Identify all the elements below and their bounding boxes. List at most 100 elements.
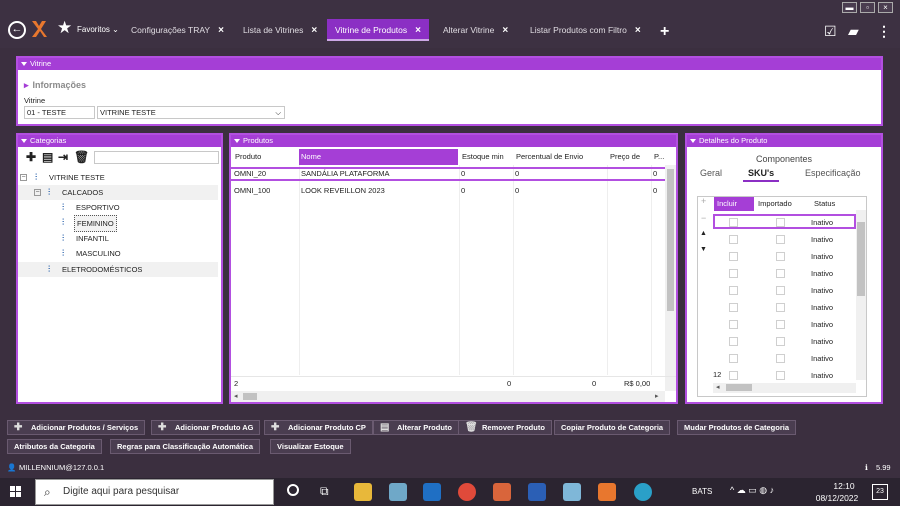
tree-item-vitrine-teste[interactable]: − ⫶ VITRINE TESTE (18, 170, 218, 185)
tree-item-feminino[interactable]: ⫶ FEMININO (18, 215, 218, 232)
incluir-checkbox[interactable] (729, 354, 738, 363)
edit-category-icon[interactable]: ▤ (42, 151, 53, 163)
close-tab-icon[interactable]: × (502, 25, 508, 36)
cortana-icon[interactable] (287, 484, 299, 496)
back-arrow-icon[interactable]: ← (8, 21, 26, 39)
incluir-checkbox[interactable] (729, 235, 738, 244)
chrome-icon[interactable] (458, 483, 476, 501)
app-icon[interactable] (389, 483, 407, 501)
adicionar-produto-ag-button[interactable]: ✚ Adicionar Produto AG (151, 420, 261, 435)
vitrine-select[interactable]: VITRINE TESTE ⌵ (97, 106, 285, 119)
mudar-produtos-button[interactable]: Mudar Produtos de Categoria (677, 420, 797, 435)
tree-item-eletrodomesticos[interactable]: ⫶ ELETRODOMÉSTICOS (18, 262, 218, 277)
col-incluir[interactable]: Incluir (714, 197, 754, 211)
word-icon[interactable] (528, 483, 546, 501)
sku-horizontal-scrollbar[interactable]: ◂ (713, 383, 856, 393)
scroll-left-icon[interactable]: ◂ (716, 384, 720, 392)
tree-item-calcados[interactable]: − ⫶ CALCADOS (18, 185, 218, 200)
incluir-checkbox[interactable] (729, 218, 738, 227)
outlook-icon[interactable] (423, 483, 441, 501)
add-sku-icon[interactable]: + (701, 196, 706, 206)
incluir-checkbox[interactable] (729, 252, 738, 261)
tab-especificacao[interactable]: Especificação (805, 168, 861, 178)
table-row[interactable]: Inativo (714, 352, 855, 366)
col-produto[interactable]: Produto (233, 149, 299, 165)
regras-classificacao-button[interactable]: Regras para Classificação Automática (110, 439, 261, 454)
close-window-button[interactable]: × (878, 2, 893, 13)
edge-icon[interactable] (634, 483, 652, 501)
sku-vertical-scrollbar[interactable] (856, 210, 866, 380)
add-category-icon[interactable]: ✚ (26, 151, 36, 163)
visualizar-estoque-button[interactable]: Visualizar Estoque (270, 439, 351, 454)
table-row[interactable]: Inativo (714, 318, 855, 332)
minimize-button[interactable]: ▬ (842, 2, 857, 13)
tab-configuracoes-tray[interactable]: Configurações TRAY × (131, 19, 224, 41)
new-tab-button[interactable]: + (660, 24, 669, 40)
move-down-icon[interactable]: ▼ (700, 246, 707, 253)
incluir-checkbox[interactable] (729, 269, 738, 278)
scroll-right-icon[interactable]: ▸ (655, 393, 659, 401)
favorites-menu[interactable]: Favoritos ⌄ (77, 25, 119, 34)
atributos-categoria-button[interactable]: Atributos da Categoria (7, 439, 102, 454)
collapse-icon[interactable]: − (20, 174, 27, 181)
table-row[interactable]: Inativo (714, 233, 855, 247)
tree-item-esportivo[interactable]: ⫶ ESPORTIVO (18, 200, 218, 215)
scroll-left-icon[interactable]: ◂ (234, 393, 238, 401)
col-nome[interactable]: Nome (299, 149, 458, 165)
incluir-checkbox[interactable] (729, 337, 738, 346)
close-tab-icon[interactable]: × (311, 25, 317, 36)
tree-item-infantil[interactable]: ⫶ INFANTIL (18, 231, 218, 246)
category-search-input[interactable] (94, 151, 219, 164)
scroll-thumb[interactable] (243, 393, 257, 400)
clock-date[interactable]: 08/12/2022 (812, 493, 862, 503)
move-up-icon[interactable]: ▲ (700, 230, 707, 237)
tab-skus[interactable]: SKU's (743, 168, 780, 182)
windows-start-icon[interactable] (10, 486, 22, 498)
tab-lista-vitrines[interactable]: Lista de Vitrines × (243, 19, 317, 41)
tab-listar-produtos[interactable]: Listar Produtos com Filtro × (530, 19, 641, 41)
vitrine-code-field[interactable]: 01 - TESTE (24, 106, 95, 119)
table-row[interactable]: OMNI_100 LOOK REVEILLON 2023 0 0 0 (231, 184, 676, 198)
tree-item-masculino[interactable]: ⫶ MASCULINO (18, 246, 218, 261)
favorites-star-icon[interactable]: ★ (57, 18, 72, 38)
chat-icon[interactable]: ▰ (848, 23, 859, 39)
bats-label[interactable]: BATS (692, 487, 712, 496)
col-p[interactable]: P... (652, 149, 666, 165)
table-row[interactable]: Inativo (714, 301, 855, 315)
incluir-checkbox[interactable] (729, 320, 738, 329)
more-menu-icon[interactable]: ⋮ (877, 23, 891, 39)
remover-produto-button[interactable]: 🗑 Remover Produto (458, 420, 552, 435)
table-row[interactable]: Inativo (714, 216, 855, 230)
col-percentual-envio[interactable]: Percentual de Envio (514, 149, 606, 165)
scroll-thumb[interactable] (667, 169, 674, 311)
taskbar-search-input[interactable]: ⌕ Digite aqui para pesquisar (35, 479, 274, 505)
informacoes-section[interactable]: Informações (24, 80, 87, 91)
col-estoque-min[interactable]: Estoque min (460, 149, 513, 165)
col-status[interactable]: Status (811, 197, 835, 211)
close-tab-icon[interactable]: × (218, 25, 224, 36)
move-category-icon[interactable]: ⇥ (58, 151, 68, 163)
delete-category-icon[interactable]: 🗑 (74, 151, 89, 163)
table-row[interactable]: Inativo (714, 267, 855, 281)
system-tray-icons[interactable]: ^ ☁ ▭ ◍ ♪ (730, 485, 774, 496)
remove-sku-icon[interactable]: − (701, 213, 706, 223)
incluir-checkbox[interactable] (729, 286, 738, 295)
table-row[interactable]: Inativo (714, 284, 855, 298)
alterar-produto-button[interactable]: ▤ Alterar Produto (373, 420, 460, 435)
incluir-checkbox[interactable] (729, 303, 738, 312)
clock-time[interactable]: 12:10 (826, 481, 862, 491)
notification-badge[interactable]: 23 (872, 484, 888, 500)
table-row[interactable]: Inativo (714, 369, 855, 383)
adicionar-produtos-button[interactable]: ✚ Adicionar Produtos / Serviços (7, 420, 146, 435)
collapse-icon[interactable]: − (34, 189, 41, 196)
file-explorer-icon[interactable] (354, 483, 372, 501)
col-preco-de[interactable]: Preço de (608, 149, 650, 165)
table-row[interactable]: OMNI_20 SANDÁLIA PLATAFORMA 0 0 0 (231, 167, 676, 181)
scroll-thumb[interactable] (726, 384, 752, 391)
col-importado[interactable]: Importado (755, 197, 792, 211)
tab-vitrine-produtos[interactable]: Vitrine de Produtos × (327, 19, 429, 41)
app-icon[interactable] (563, 483, 581, 501)
clipboard-icon[interactable]: ☑ (824, 23, 837, 39)
close-tab-icon[interactable]: × (635, 25, 641, 36)
tab-alterar-vitrine[interactable]: Alterar Vitrine × (443, 19, 508, 41)
